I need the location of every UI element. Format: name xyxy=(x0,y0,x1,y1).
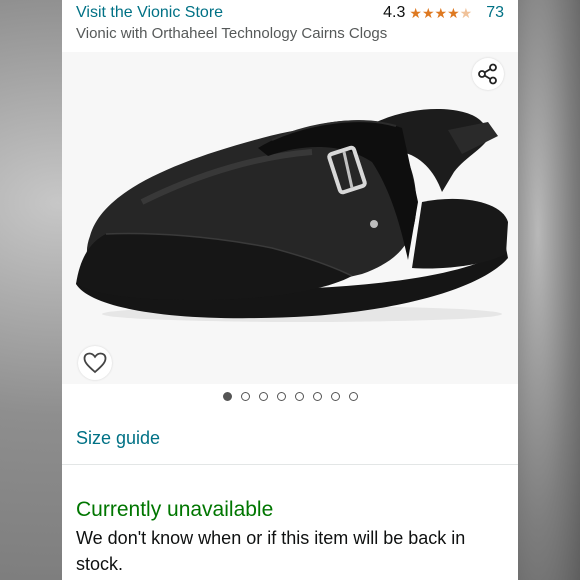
rating-summary[interactable]: 4.3 ★ ★ ★ ★ ★ 73 xyxy=(383,4,504,22)
size-guide-link[interactable]: Size guide xyxy=(76,428,160,449)
product-page: Visit the Vionic Store 4.3 ★ ★ ★ ★ ★ 73 … xyxy=(62,0,518,580)
product-title: Vionic with Orthaheel Technology Cairns … xyxy=(76,25,388,42)
visit-store-link[interactable]: Visit the Vionic Store xyxy=(76,4,223,22)
product-image-gallery[interactable] xyxy=(62,52,518,384)
carousel-dot[interactable] xyxy=(222,392,232,401)
rating-count[interactable]: 73 xyxy=(486,4,504,22)
share-button[interactable] xyxy=(472,58,504,90)
carousel-dot[interactable] xyxy=(276,392,286,401)
carousel-dot[interactable] xyxy=(330,392,340,401)
star-icon: ★ xyxy=(434,5,448,21)
star-icon: ★ xyxy=(409,5,422,21)
carousel-dot[interactable] xyxy=(312,392,322,401)
availability-status: Currently unavailable xyxy=(76,498,274,521)
share-icon xyxy=(478,63,497,85)
section-divider xyxy=(62,464,518,465)
product-image xyxy=(76,109,508,322)
availability-note: We don't know when or if this item will … xyxy=(76,528,466,574)
background-blur-right xyxy=(510,0,580,580)
rating-stars: ★ ★ ★ ★ ★ xyxy=(409,6,472,20)
image-carousel-dots xyxy=(62,392,518,401)
heart-icon xyxy=(83,352,107,374)
store-rating-row: Visit the Vionic Store 4.3 ★ ★ ★ ★ ★ 73 xyxy=(76,2,504,24)
carousel-dot[interactable] xyxy=(294,392,304,401)
star-half-icon: ★ xyxy=(459,5,473,21)
rating-value: 4.3 xyxy=(383,4,406,21)
carousel-dot[interactable] xyxy=(348,392,358,401)
add-to-wishlist-button[interactable] xyxy=(78,346,112,380)
carousel-dot[interactable] xyxy=(258,392,268,401)
star-icon: ★ xyxy=(447,5,460,21)
carousel-dot[interactable] xyxy=(240,392,250,401)
star-icon: ★ xyxy=(421,5,435,21)
